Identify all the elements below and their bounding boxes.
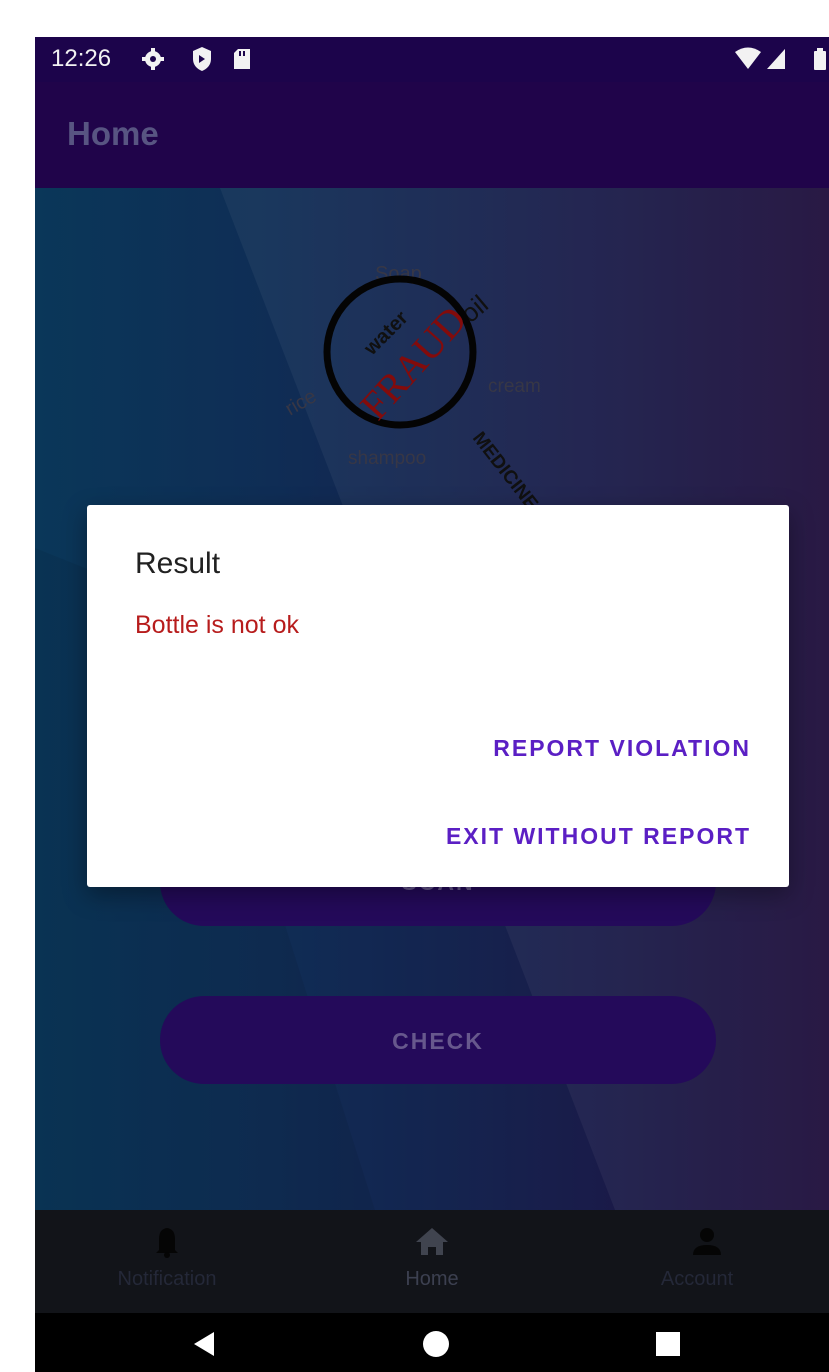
result-dialog: Result Bottle is not ok REPORT VIOLATION… [87, 505, 789, 887]
dialog-title: Result [135, 547, 221, 580]
bottom-navigation: Notification Home Account [35, 1210, 829, 1313]
back-icon[interactable] [190, 1329, 220, 1359]
system-navigation-bar [35, 1313, 829, 1372]
nav-label-account: Account [660, 1268, 734, 1290]
recents-icon[interactable] [653, 1329, 683, 1359]
home-icon [416, 1228, 448, 1255]
nav-label-notification: Notification [117, 1268, 217, 1290]
report-violation-button[interactable]: REPORT VIOLATION [493, 735, 751, 762]
bell-icon [156, 1228, 178, 1258]
home-circle-icon[interactable] [421, 1329, 451, 1359]
nav-label-home: Home [405, 1268, 459, 1290]
dialog-message: Bottle is not ok [135, 611, 299, 639]
phone-screen: 12:26 Home Soap oil rice cream shampoo M… [35, 37, 829, 1372]
person-icon [693, 1228, 721, 1255]
nav-item-notification[interactable]: Notification [35, 1210, 299, 1313]
nav-item-home[interactable]: Home [300, 1210, 564, 1313]
nav-item-account[interactable]: Account [565, 1210, 829, 1313]
exit-without-report-button[interactable]: EXIT WITHOUT REPORT [446, 823, 751, 850]
